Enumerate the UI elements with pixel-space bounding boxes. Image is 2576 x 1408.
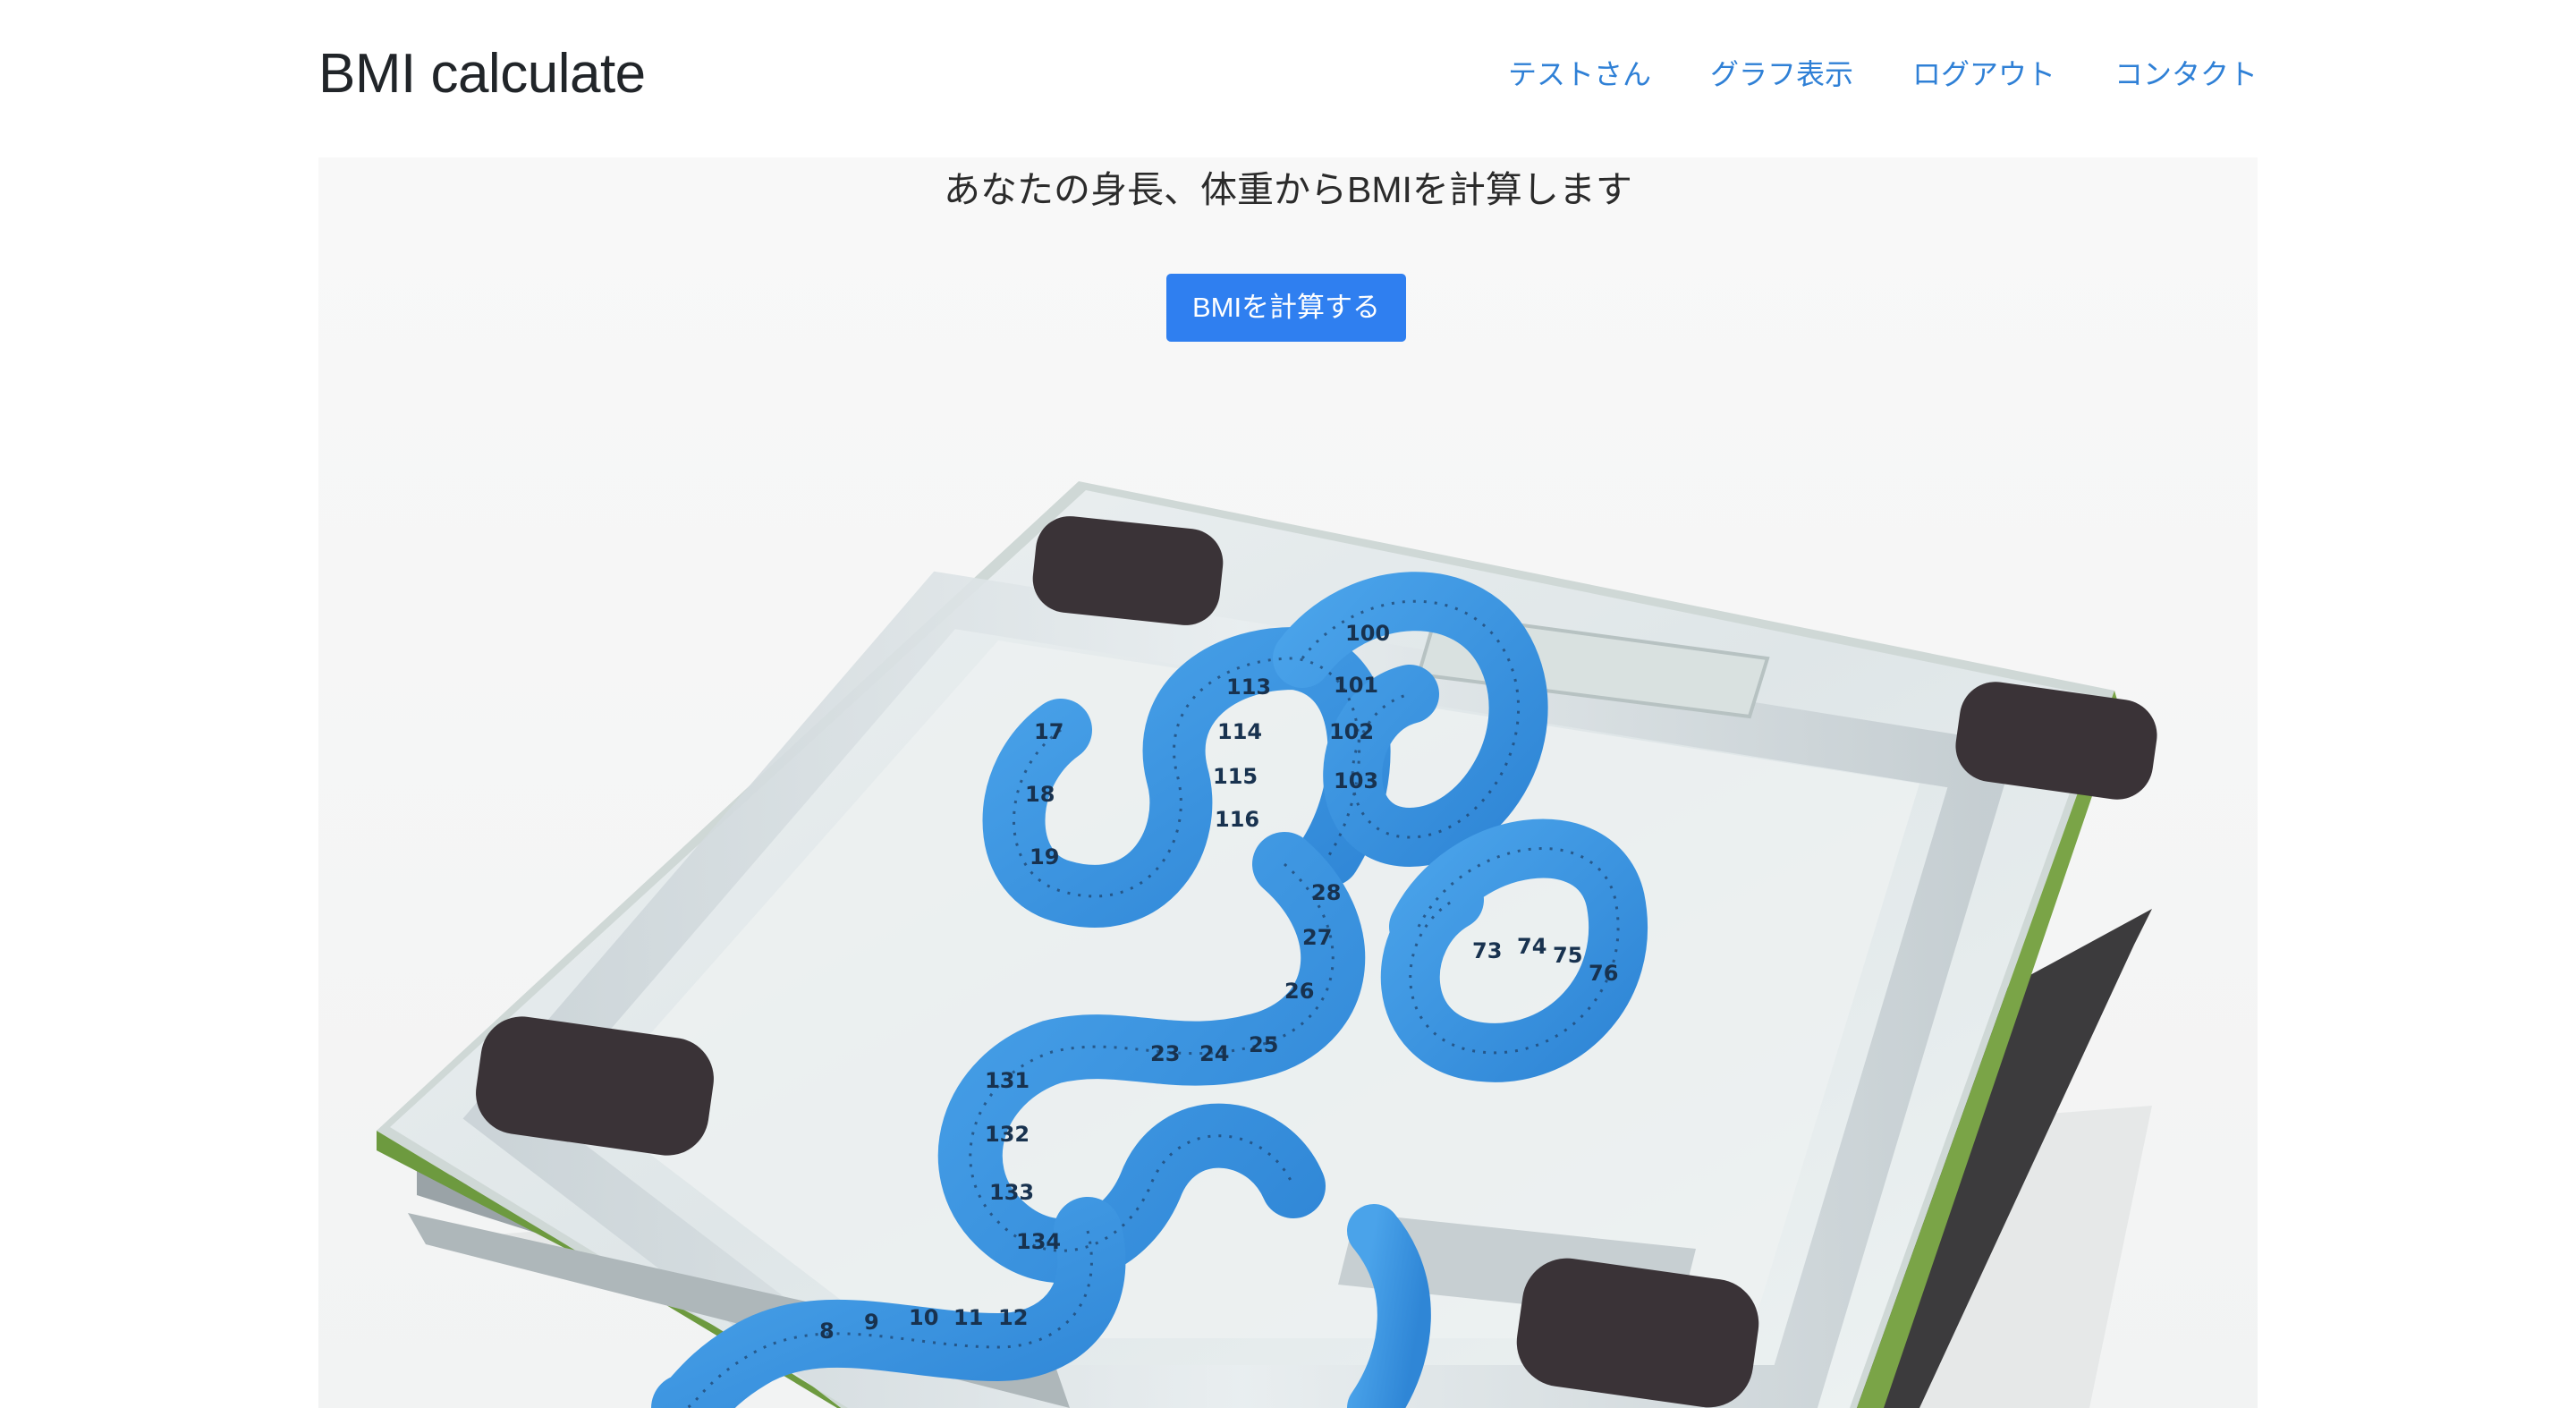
tape-label: 18 bbox=[1025, 782, 1055, 807]
tape-label: 9 bbox=[864, 1310, 879, 1335]
hero-headline: あなたの身長、体重からBMIを計算します bbox=[944, 169, 1632, 210]
tape-label: 100 bbox=[1345, 621, 1390, 646]
tape-label: 11 bbox=[953, 1305, 983, 1330]
tape-label: 10 bbox=[909, 1305, 938, 1330]
tape-label: 103 bbox=[1334, 768, 1378, 793]
tape-label: 25 bbox=[1249, 1032, 1278, 1057]
tape-label: 116 bbox=[1215, 807, 1259, 832]
tape-label: 19 bbox=[1030, 844, 1059, 869]
tape-label: 101 bbox=[1334, 673, 1378, 698]
nav-link-contact[interactable]: コンタクト bbox=[2114, 57, 2258, 91]
tape-label: 17 bbox=[1034, 719, 1063, 744]
nav-link-logout[interactable]: ログアウト bbox=[1912, 57, 2055, 91]
tape-label: 28 bbox=[1311, 880, 1341, 905]
nav-links: テストさん グラフ表示 ログアウト コンタクト bbox=[1508, 57, 2258, 91]
hero-image: 113 114 115 116 100 101 102 103 17 18 19… bbox=[318, 157, 2258, 1408]
tape-label: 131 bbox=[985, 1068, 1030, 1093]
tape-label: 73 bbox=[1472, 938, 1502, 963]
tape-label: 102 bbox=[1329, 719, 1374, 744]
navbar: BMI calculate テストさん グラフ表示 ログアウト コンタクト bbox=[318, 36, 2258, 116]
nav-link-graph[interactable]: グラフ表示 bbox=[1710, 57, 1853, 91]
tape-label: 27 bbox=[1302, 925, 1332, 950]
hero-section: 113 114 115 116 100 101 102 103 17 18 19… bbox=[318, 157, 2258, 1408]
tape-label: 24 bbox=[1199, 1041, 1229, 1066]
tape-label: 132 bbox=[985, 1122, 1030, 1147]
tape-label: 134 bbox=[1016, 1229, 1061, 1254]
calculate-bmi-button[interactable]: BMIを計算する bbox=[1166, 274, 1406, 342]
tape-label: 133 bbox=[989, 1180, 1034, 1205]
tape-label: 115 bbox=[1213, 764, 1258, 789]
page: BMI calculate テストさん グラフ表示 ログアウト コンタクト 11… bbox=[0, 0, 2576, 1408]
tape-label: 113 bbox=[1226, 674, 1271, 700]
tape-label: 114 bbox=[1217, 719, 1262, 744]
brand-logo[interactable]: BMI calculate bbox=[318, 41, 646, 107]
nav-link-user[interactable]: テストさん bbox=[1508, 57, 1651, 91]
tape-label: 26 bbox=[1284, 979, 1314, 1004]
tape-label: 76 bbox=[1589, 961, 1618, 986]
tape-label: 23 bbox=[1150, 1041, 1180, 1066]
tape-label: 8 bbox=[819, 1319, 835, 1344]
tape-label: 75 bbox=[1553, 943, 1582, 968]
tape-label: 74 bbox=[1517, 934, 1546, 959]
tape-label: 12 bbox=[998, 1305, 1028, 1330]
